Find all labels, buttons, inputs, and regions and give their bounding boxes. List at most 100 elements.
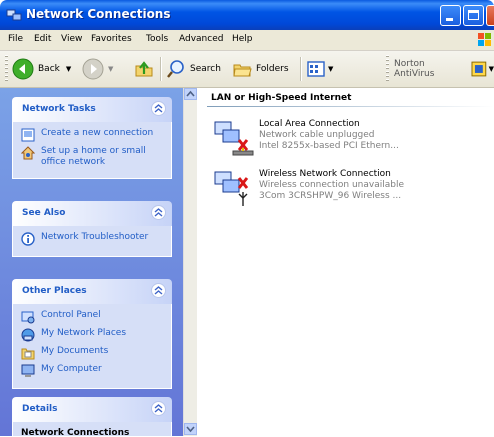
scroll-down-button[interactable] xyxy=(184,423,197,435)
lan-connection-disconnected-icon xyxy=(214,121,254,156)
close-button[interactable] xyxy=(486,5,494,26)
network-places-icon xyxy=(21,328,35,342)
search-label: Search xyxy=(190,64,221,74)
connection-device: 3Com 3CRSHPW_96 Wireless ... xyxy=(259,191,402,201)
windows-logo-icon xyxy=(478,33,491,46)
connection-device: Intel 8255x-based PCI Ethern... xyxy=(259,141,399,151)
details-body: Network Connections xyxy=(12,422,172,436)
link-my-computer[interactable]: My Computer xyxy=(21,364,165,378)
toolbar-separator xyxy=(300,57,302,81)
network-connections-icon xyxy=(6,9,22,21)
place-label: My Computer xyxy=(41,364,102,374)
group-divider xyxy=(207,106,494,107)
details-subtitle: Network Connections xyxy=(21,428,130,436)
place-label: My Network Places xyxy=(41,328,127,338)
network-tasks-body: Create a new connection Set up a home or… xyxy=(12,122,172,179)
task-create-connection[interactable]: Create a new connection xyxy=(21,128,165,142)
norton-antivirus-button[interactable]: Norton AntiVirus ▼ xyxy=(394,51,494,87)
other-places-header[interactable]: Other Places xyxy=(12,279,172,304)
search-icon xyxy=(167,60,184,78)
link-network-troubleshooter[interactable]: Network Troubleshooter xyxy=(21,232,165,246)
place-label: Control Panel xyxy=(41,310,101,320)
chevron-down-icon[interactable]: ▼ xyxy=(328,65,333,73)
new-connection-icon xyxy=(21,128,35,142)
standard-toolbar: Back ▼ ▼ Search Folders ▼ Norton AntiVir… xyxy=(0,51,494,88)
menu-edit[interactable]: Edit xyxy=(34,34,51,44)
chevron-down-icon[interactable]: ▼ xyxy=(66,65,71,73)
back-button[interactable]: Back ▼ xyxy=(12,51,71,87)
menu-tools[interactable]: Tools xyxy=(146,34,168,44)
link-my-documents[interactable]: My Documents xyxy=(21,346,165,360)
toolbar-separator xyxy=(160,57,162,81)
link-my-network-places[interactable]: My Network Places xyxy=(21,328,165,342)
norton-icon xyxy=(471,61,487,77)
minimize-button[interactable] xyxy=(440,5,461,26)
connection-status: Wireless connection unavailable xyxy=(259,180,404,190)
other-places-body: Control Panel My Network Places My Docum… xyxy=(12,304,172,389)
other-places-panel: Other Places Control Panel My Network Pl… xyxy=(12,279,172,389)
back-arrow-icon xyxy=(12,58,34,80)
views-grid-icon xyxy=(307,61,325,77)
chevron-down-icon[interactable]: ▼ xyxy=(489,65,494,73)
network-tasks-panel: Network Tasks Create a new connection Se… xyxy=(12,97,172,179)
search-button[interactable]: Search xyxy=(166,51,221,87)
connection-status: Network cable unplugged xyxy=(259,130,375,140)
window-title: Network Connections xyxy=(26,7,171,21)
panel-title: See Also xyxy=(22,208,66,218)
task-pane-scrollbar[interactable] xyxy=(183,88,197,436)
menu-help[interactable]: Help xyxy=(232,34,253,44)
maximize-button[interactable] xyxy=(463,5,484,26)
home-network-icon xyxy=(21,146,35,160)
panel-title: Network Tasks xyxy=(22,104,96,114)
connection-name: Local Area Connection xyxy=(259,119,360,129)
see-also-body: Network Troubleshooter xyxy=(12,226,172,257)
menu-file[interactable]: File xyxy=(8,34,23,44)
see-also-panel: See Also Network Troubleshooter xyxy=(12,201,172,257)
connections-list: LAN or High-Speed Internet Local Area Co… xyxy=(197,88,494,436)
documents-folder-icon xyxy=(21,348,35,360)
panel-title: Other Places xyxy=(22,286,87,296)
collapse-chevron-icon[interactable] xyxy=(151,205,166,220)
connection-name: Wireless Network Connection xyxy=(259,169,391,179)
details-panel: Details Network Connections xyxy=(12,397,172,436)
task-label: Set up a home or small office network xyxy=(41,146,146,167)
panel-title: Details xyxy=(22,404,58,414)
forward-button[interactable]: ▼ xyxy=(82,51,113,87)
up-folder-icon xyxy=(135,61,153,77)
title-bar: Network Connections xyxy=(0,0,494,30)
folders-icon xyxy=(233,64,252,77)
collapse-chevron-icon[interactable] xyxy=(151,101,166,116)
details-header[interactable]: Details xyxy=(12,397,172,422)
toolbar-grip[interactable] xyxy=(386,55,389,83)
folders-button[interactable]: Folders xyxy=(232,51,289,87)
place-label: My Documents xyxy=(41,346,109,356)
menu-favorites[interactable]: Favorites xyxy=(91,34,132,44)
up-folder-button[interactable] xyxy=(134,51,154,87)
connection-item-lan[interactable]: Local Area Connection Network cable unpl… xyxy=(213,118,493,158)
link-control-panel[interactable]: Control Panel xyxy=(21,310,165,324)
scroll-up-button[interactable] xyxy=(184,88,197,100)
task-setup-home-network[interactable]: Set up a home or small office network xyxy=(21,146,165,168)
menu-advanced[interactable]: Advanced xyxy=(179,34,223,44)
network-tasks-header[interactable]: Network Tasks xyxy=(12,97,172,122)
group-header: LAN or High-Speed Internet xyxy=(211,93,352,103)
collapse-chevron-icon[interactable] xyxy=(151,401,166,416)
norton-label: Norton AntiVirus xyxy=(394,59,435,79)
task-label: Network Troubleshooter xyxy=(41,232,149,242)
toolbar-grip[interactable] xyxy=(5,55,8,83)
menu-view[interactable]: View xyxy=(61,34,82,44)
back-label: Back xyxy=(38,64,60,74)
task-label: Create a new connection xyxy=(41,128,154,138)
info-icon xyxy=(21,232,35,246)
computer-icon xyxy=(21,364,35,377)
control-panel-icon xyxy=(21,311,35,324)
task-pane: Network Tasks Create a new connection Se… xyxy=(0,88,183,436)
views-button[interactable]: ▼ xyxy=(306,51,333,87)
chevron-down-icon[interactable]: ▼ xyxy=(108,65,113,73)
menu-bar: File Edit View Favorites Tools Advanced … xyxy=(0,30,494,51)
collapse-chevron-icon[interactable] xyxy=(151,283,166,298)
forward-arrow-icon xyxy=(82,58,104,80)
wireless-connection-disconnected-icon xyxy=(214,171,249,206)
see-also-header[interactable]: See Also xyxy=(12,201,172,226)
connection-item-wireless[interactable]: Wireless Network Connection Wireless con… xyxy=(213,168,493,208)
